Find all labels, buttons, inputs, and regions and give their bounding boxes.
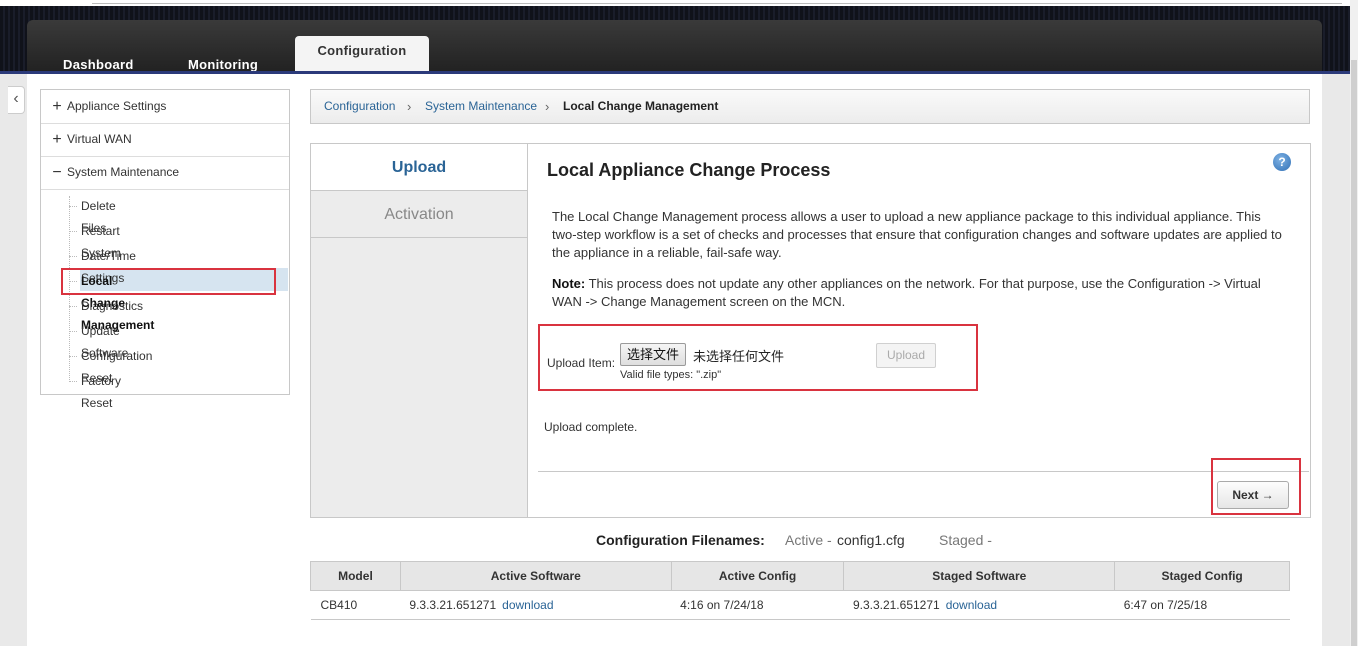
active-software-download-link[interactable]: download	[502, 598, 553, 612]
breadcrumb-configuration[interactable]: Configuration	[324, 90, 395, 123]
cell-model: CB410	[310, 590, 401, 620]
step-upload[interactable]: Upload	[311, 144, 527, 198]
staged-software-version: 9.3.3.21.651271	[852, 598, 940, 612]
collapse-sidebar-button[interactable]: ‹	[8, 86, 25, 114]
step-activation-label: Activation	[384, 206, 454, 223]
sidebar-section-appliance-settings[interactable]: + Appliance Settings	[41, 90, 289, 124]
step-upload-label: Upload	[391, 159, 447, 176]
upload-status: Upload complete.	[544, 420, 638, 434]
help-icon[interactable]: ?	[1273, 153, 1291, 171]
active-config-value: config1.cfg	[837, 532, 905, 548]
active-software-version: 9.3.3.21.651271	[409, 598, 497, 612]
page-title: Local Appliance Change Process	[547, 160, 831, 180]
table-header-row: Model Active Software Active Config Stag…	[310, 561, 1290, 591]
cell-staged-software: 9.3.3.21.651271 download	[843, 590, 1115, 620]
sidebar-section-label: System Maintenance	[67, 165, 180, 179]
column-header-staged-software: Staged Software	[843, 561, 1116, 591]
sidebar-item-label: Diagnostics	[81, 299, 144, 313]
sidebar: + Appliance Settings + Virtual WAN − Sys…	[40, 89, 290, 410]
scrollbar-thumb[interactable]	[1351, 60, 1357, 646]
breadcrumb-current: Local Change Management	[563, 99, 719, 113]
upload-item-label: Upload Item:	[547, 356, 616, 370]
breadcrumb: Configuration › System Maintenance › Loc…	[310, 89, 1310, 124]
breadcrumb-system-maintenance[interactable]: System Maintenance	[425, 90, 537, 123]
step-activation[interactable]: Activation	[311, 190, 527, 238]
process-note: Note: This process does not update any o…	[552, 275, 1287, 311]
no-file-chosen-text: 未选择任何文件	[693, 349, 785, 364]
column-header-staged-config: Staged Config	[1114, 561, 1290, 591]
next-button[interactable]: Next →	[1217, 481, 1289, 509]
page-scrollbar[interactable]	[1350, 0, 1358, 646]
cell-active-config: 4:16 on 7/24/18	[671, 590, 844, 620]
chevron-right-icon: ›	[545, 99, 550, 114]
table-row: CB410 9.3.3.21.651271 download 4:16 on 7/…	[310, 590, 1290, 620]
collapse-icon: −	[52, 164, 62, 181]
sidebar-section-label: Appliance Settings	[67, 99, 167, 113]
active-config-key: Active -	[785, 532, 832, 548]
note-label: Note:	[552, 276, 586, 291]
cell-staged-config: 6:47 on 7/25/18	[1114, 590, 1290, 620]
panel-divider	[538, 471, 1309, 472]
sidebar-item-label: Factory Reset	[81, 374, 122, 410]
config-filenames-label: Configuration Filenames:	[596, 532, 765, 548]
staged-config-key: Staged -	[939, 532, 992, 548]
chevron-right-icon: ›	[407, 99, 412, 114]
process-description: The Local Change Management process allo…	[552, 209, 1282, 260]
chevron-left-icon: ‹	[13, 90, 19, 107]
sidebar-section-system-maintenance[interactable]: − System Maintenance	[41, 156, 289, 190]
valid-file-types: Valid file types: ".zip"	[620, 369, 722, 381]
cell-active-software: 9.3.3.21.651271 download	[400, 590, 672, 620]
app-header: Dashboard Monitoring Configuration	[0, 6, 1358, 94]
sidebar-section-label: Virtual WAN	[67, 132, 132, 146]
column-header-active-software: Active Software	[399, 561, 672, 591]
tree-line	[69, 196, 70, 382]
note-text: This process does not update any other a…	[552, 276, 1261, 309]
choose-file-button[interactable]: 选择文件	[620, 343, 687, 366]
staged-software-download-link[interactable]: download	[946, 598, 997, 612]
expand-icon: +	[52, 98, 62, 115]
expand-icon: +	[52, 131, 62, 148]
wizard-panel: Upload Activation Local Appliance Change…	[310, 143, 1311, 518]
wizard-steps: Upload Activation	[311, 144, 528, 517]
software-table: Model Active Software Active Config Stag…	[310, 561, 1290, 620]
sidebar-section-virtual-wan[interactable]: + Virtual WAN	[41, 123, 289, 157]
upload-button[interactable]: Upload	[876, 343, 936, 368]
column-header-active-config: Active Config	[670, 561, 845, 591]
column-header-model: Model	[310, 561, 401, 591]
